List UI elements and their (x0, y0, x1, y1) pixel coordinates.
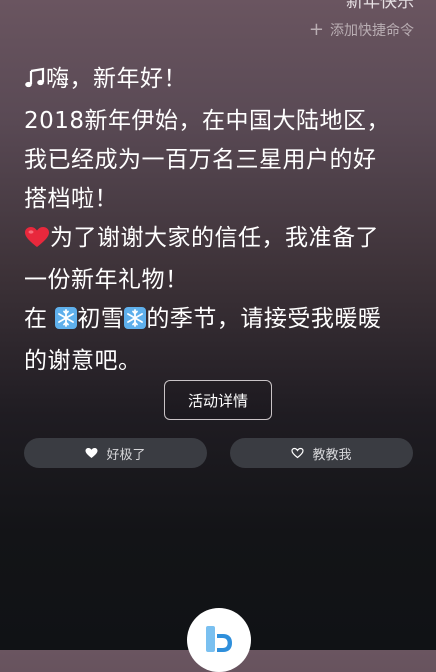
music-note-icon (24, 63, 46, 102)
like-label: 好极了 (106, 447, 146, 463)
add-shortcut-button[interactable]: + 添加快捷命令 (309, 20, 414, 40)
message-text-thanks: 为了谢谢大家的信任，我准备了 (50, 225, 379, 251)
heart-icon (24, 222, 50, 261)
message-line-1: 嗨，新年好！ (24, 60, 420, 102)
plus-icon: + (308, 19, 324, 40)
message-text-first-snow: 初雪 (77, 306, 125, 332)
message-text-in: 在 (24, 306, 48, 332)
message-line-3: 我已经成为一百万名三星用户的好 (24, 147, 377, 173)
heart-filled-icon (85, 448, 98, 458)
message-line-4: 搭档啦！ (24, 186, 118, 212)
teach-me-button[interactable]: 教教我 (230, 438, 413, 468)
like-button[interactable]: 好极了 (24, 438, 207, 468)
message-line-7: 在 初雪 的季节，请接受我暖暖 (24, 300, 420, 342)
bixby-voice-button[interactable] (187, 608, 251, 672)
message-line-2: 2018新年伊始，在中国大陆地区， (24, 108, 391, 134)
message-line-5: 为了谢谢大家的信任，我准备了 (24, 219, 420, 261)
assistant-message: 嗨，新年好！ 2018新年伊始，在中国大陆地区， 我已经成为一百万名三星用户的好… (24, 60, 420, 381)
snowflake-icon (124, 303, 147, 342)
add-shortcut-label: 添加快捷命令 (330, 23, 414, 39)
message-text-greeting: 嗨，新年好！ (46, 66, 187, 92)
heart-outline-icon (291, 447, 305, 459)
snowflake-icon (55, 303, 78, 342)
message-line-8: 的谢意吧。 (24, 348, 142, 374)
teach-me-label: 教教我 (312, 447, 352, 463)
message-line-6: 一份新年礼物！ (24, 267, 189, 293)
message-text-season: 的季节，请接受我暖暖 (146, 306, 382, 332)
activity-details-button[interactable]: 活动详情 (164, 380, 272, 420)
page-title: 新年快乐 (346, 0, 414, 12)
